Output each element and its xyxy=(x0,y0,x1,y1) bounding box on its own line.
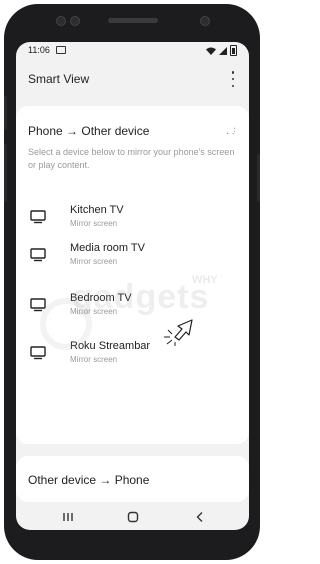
volume-button xyxy=(4,144,7,202)
front-sensor xyxy=(56,16,66,26)
status-time: 11:06 xyxy=(28,45,50,55)
device-to-phone-card[interactable]: Other device → Phone xyxy=(16,456,249,502)
loading-spinner-icon xyxy=(226,126,235,134)
click-pointer-icon xyxy=(164,319,193,346)
bixby-button xyxy=(4,96,7,130)
tv-icon xyxy=(30,346,46,360)
navigation-bar xyxy=(16,504,249,530)
status-bar: 11:06 xyxy=(16,42,249,58)
signal-icon xyxy=(219,46,227,55)
phone-frame: 11:06 Smart View Phone → Other device Se… xyxy=(4,4,260,560)
watermark: gadgets xyxy=(72,278,210,316)
device-name: Kitchen TV xyxy=(70,204,124,216)
front-sensor xyxy=(70,16,80,26)
more-options-icon[interactable] xyxy=(227,71,239,87)
tv-icon xyxy=(30,248,46,262)
app-bar: Smart View xyxy=(16,62,249,96)
gallery-notification-icon xyxy=(56,46,66,54)
device-subtitle: Mirror screen xyxy=(70,257,118,266)
screen: 11:06 Smart View Phone → Other device Se… xyxy=(16,42,249,530)
device-subtitle: Mirror screen xyxy=(70,355,118,364)
back-icon[interactable] xyxy=(192,510,208,524)
device-subtitle: Mirror screen xyxy=(70,219,118,228)
home-icon[interactable] xyxy=(125,510,141,524)
recent-apps-icon[interactable] xyxy=(60,510,76,524)
wifi-icon xyxy=(206,47,216,55)
section-heading: Phone → Other device xyxy=(28,124,150,138)
section-heading: Other device → Phone xyxy=(28,473,150,487)
earpiece xyxy=(108,18,158,23)
tv-icon xyxy=(30,210,46,224)
power-button xyxy=(257,154,260,202)
device-item-media-room-tv[interactable]: Media room TV Mirror screen xyxy=(28,242,238,270)
watermark-sub: WHY xyxy=(192,274,218,286)
device-item-kitchen-tv[interactable]: Kitchen TV Mirror screen xyxy=(28,204,238,232)
page-title: Smart View xyxy=(28,72,90,86)
section-description: Select a device below to mirror your pho… xyxy=(28,147,235,170)
device-name: Media room TV xyxy=(70,242,145,254)
front-camera xyxy=(200,16,210,26)
battery-icon xyxy=(230,45,237,56)
